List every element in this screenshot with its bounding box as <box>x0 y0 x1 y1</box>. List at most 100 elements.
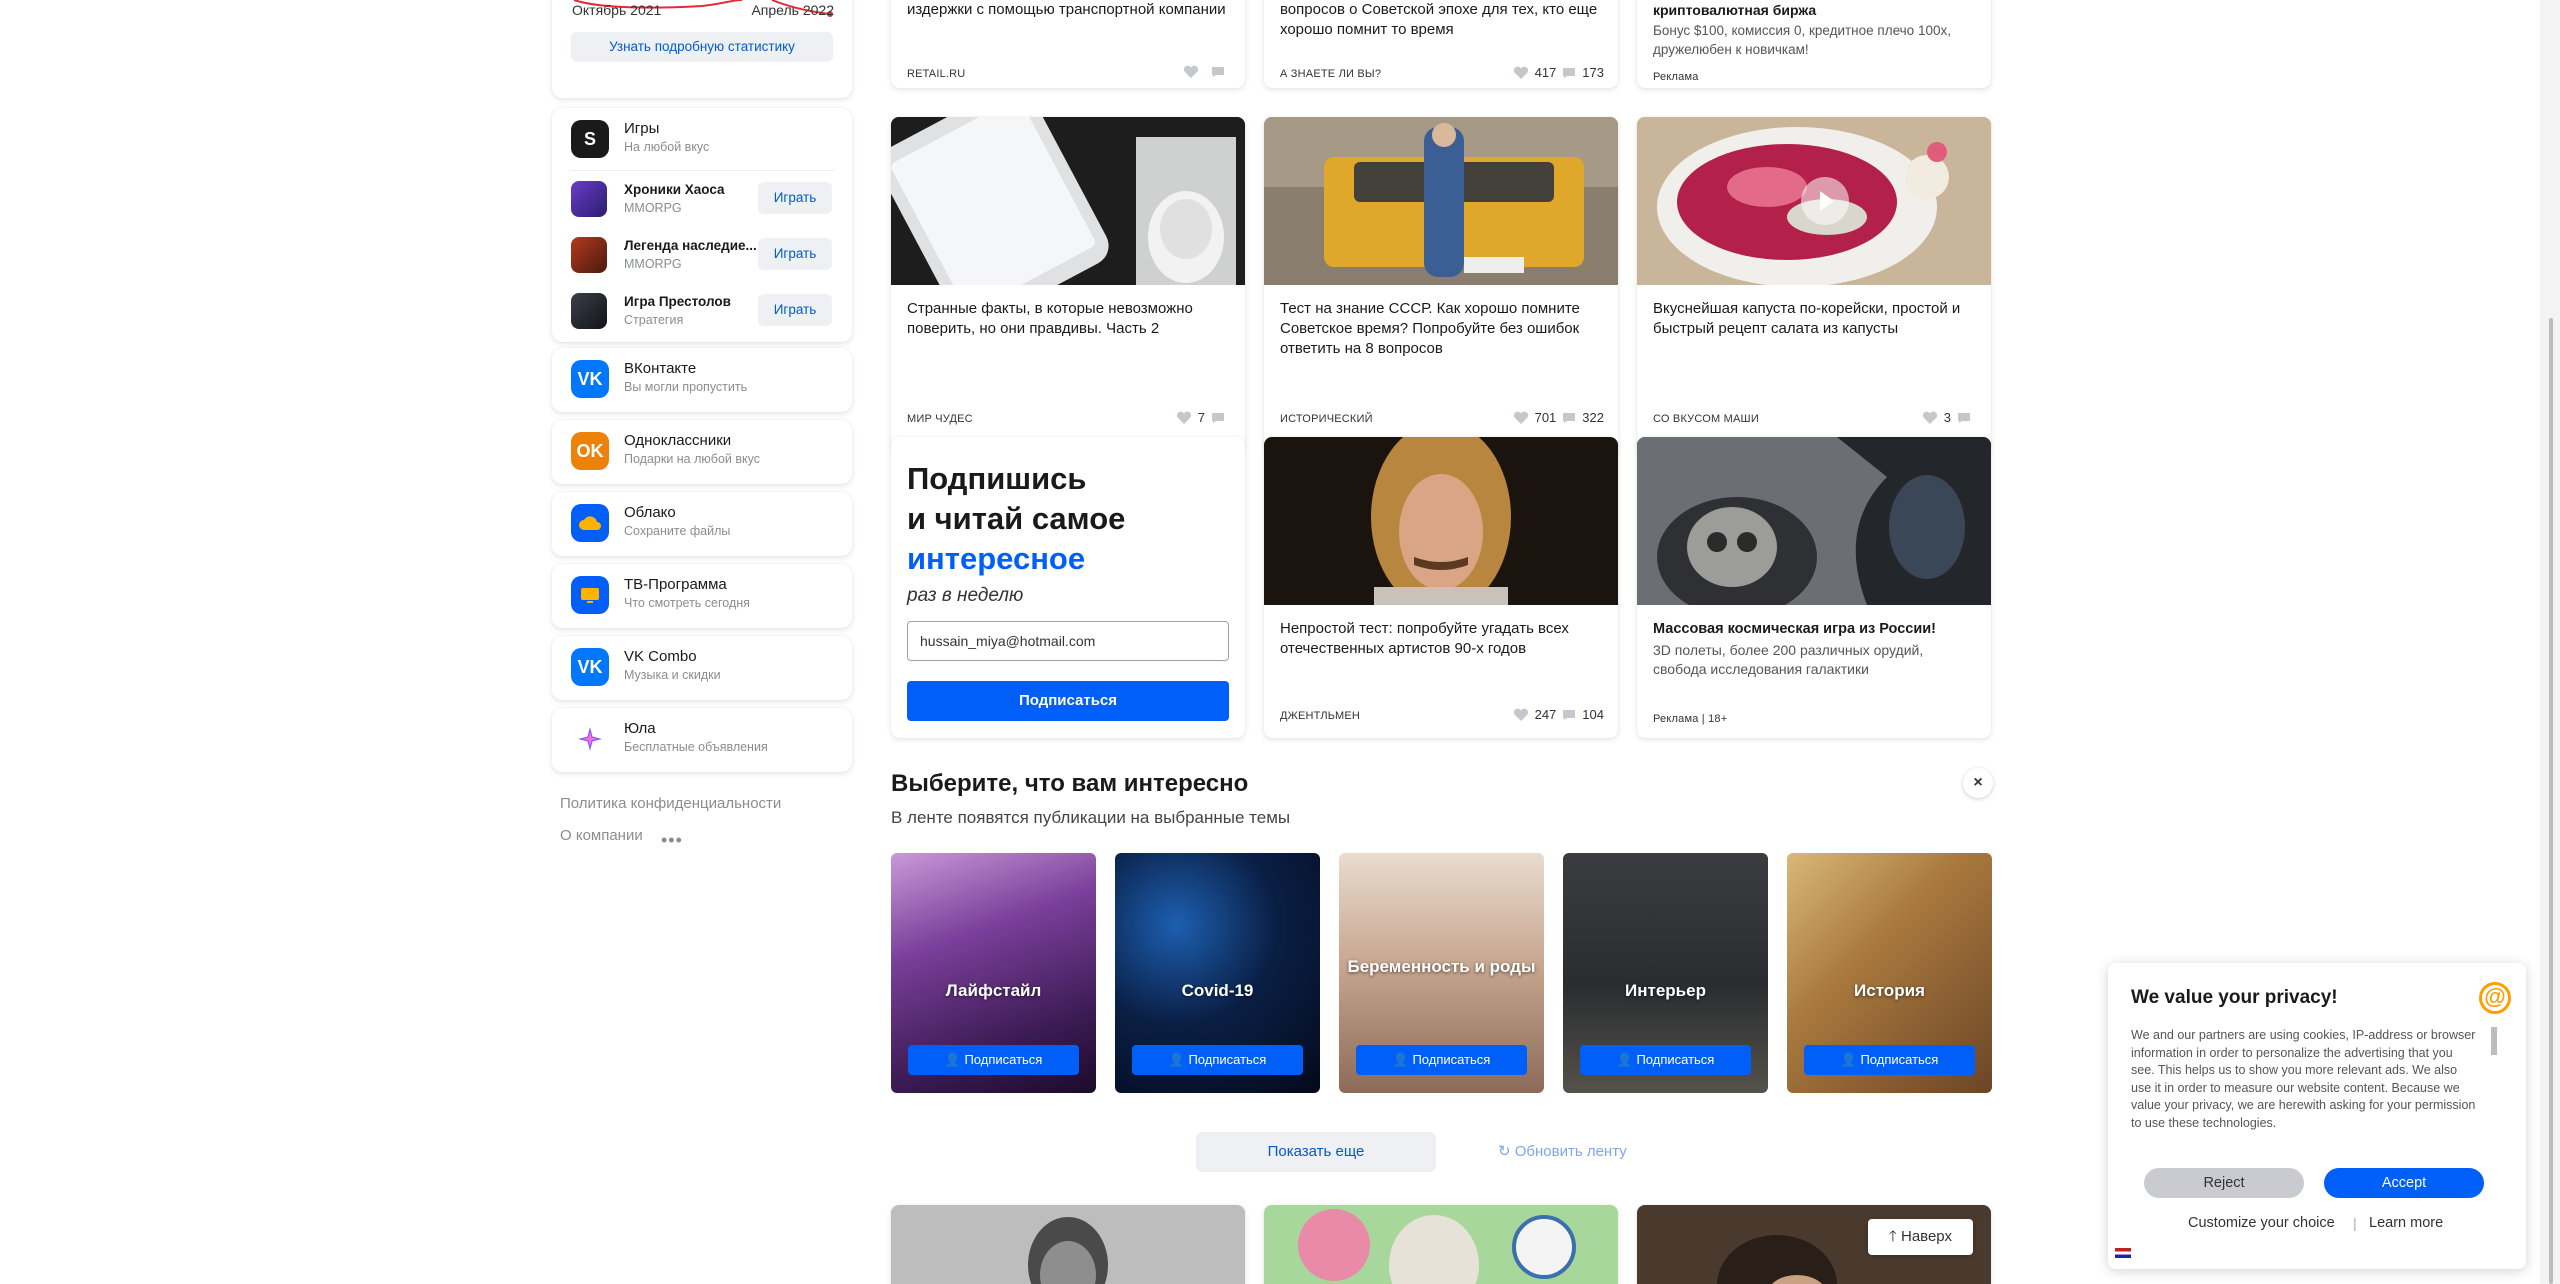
refresh-label: Обновить ленту <box>1514 1143 1627 1160</box>
comment-icon[interactable] <box>1211 412 1225 424</box>
news-stats <box>1183 65 1231 79</box>
news-card[interactable]: издержки с помощью транспортной компании… <box>891 0 1245 88</box>
news-card[interactable] <box>891 1205 1245 1284</box>
games-widget: S Игры На любой вкус Хроники Хаоса MMORP… <box>552 108 852 342</box>
service-ok[interactable]: OK Одноклассники Подарки на любой вкус <box>552 420 852 484</box>
news-title: Тест на знание СССР. Как хорошо помните … <box>1280 300 1580 357</box>
service-title: ТВ-Программа <box>624 576 727 593</box>
play-button[interactable]: Играть <box>758 182 832 214</box>
news-source[interactable]: СО ВКУСОМ МАШИ <box>1653 413 1759 425</box>
subscribe-heading-line1: Подпишись <box>907 461 1087 496</box>
games-header[interactable]: S Игры На любой вкус <box>552 108 852 172</box>
reject-button[interactable]: Reject <box>2144 1168 2304 1198</box>
language-flag-icon[interactable] <box>2115 1248 2131 1258</box>
close-icon[interactable]: × <box>1963 768 1993 798</box>
game-item[interactable]: Легенда наследие... MMORPG Играть <box>552 228 852 284</box>
refresh-feed-button[interactable]: ↻ Обновить ленту <box>1498 1142 1627 1160</box>
stats-label-start: Октябрь 2021 <box>572 2 662 18</box>
like-icon[interactable] <box>1183 65 1199 79</box>
consent-scrollbar[interactable] <box>2491 1027 2497 1055</box>
more-menu-icon[interactable]: ••• <box>661 830 683 851</box>
news-image <box>1264 117 1618 285</box>
subscribe-heading-line3: интересное <box>907 541 1086 576</box>
service-title: Облако <box>624 504 676 521</box>
topic-card-interior[interactable]: Интерьер 👤 Подписаться <box>1563 853 1768 1093</box>
vk-icon: VK <box>571 648 609 686</box>
refresh-icon: ↻ <box>1498 1143 1515 1160</box>
like-icon[interactable] <box>1922 411 1938 425</box>
news-source[interactable]: RETAIL.RU <box>907 68 965 80</box>
stats-details-button[interactable]: Узнать подробную статистику <box>571 32 833 62</box>
tv-icon <box>571 576 609 614</box>
news-card[interactable]: Тест на знание СССР. Как хорошо помните … <box>1264 117 1618 451</box>
comment-icon[interactable] <box>1957 412 1971 424</box>
show-more-button[interactable]: Показать еще <box>1196 1132 1436 1172</box>
comment-count: 322 <box>1582 410 1604 425</box>
like-icon[interactable] <box>1513 66 1529 80</box>
like-count: 247 <box>1534 707 1557 722</box>
topic-subscribe-button[interactable]: 👤 Подписаться <box>1356 1045 1527 1075</box>
news-card[interactable]: вопросов о Советской эпохе для тех, кто … <box>1264 0 1618 88</box>
like-count: 417 <box>1534 65 1557 80</box>
topic-subscribe-button[interactable]: 👤 Подписаться <box>908 1045 1079 1075</box>
topic-card-lifestyle[interactable]: Лайфстайл 👤 Подписаться <box>891 853 1096 1093</box>
service-cloud[interactable]: Облако Сохраните файлы <box>552 492 852 556</box>
topic-label: История <box>1854 981 1925 1000</box>
comment-icon[interactable] <box>1562 412 1576 424</box>
ad-card[interactable]: криптовалютная биржа Бонус $100, комисси… <box>1637 0 1991 88</box>
news-card[interactable] <box>1264 1205 1618 1284</box>
ad-card[interactable]: Массовая космическая игра из России! 3D … <box>1637 437 1991 738</box>
like-icon[interactable] <box>1176 411 1192 425</box>
news-source[interactable]: МИР ЧУДЕС <box>907 413 973 425</box>
comment-icon[interactable] <box>1562 67 1576 79</box>
customize-choice-link[interactable]: Customize your choice <box>2188 1215 2335 1231</box>
comment-count: 104 <box>1582 707 1604 722</box>
topic-label: Лайфстайл <box>945 981 1042 1000</box>
game-item[interactable]: Игра Престолов Стратегия Играть <box>552 284 852 340</box>
topic-card-pregnancy[interactable]: Беременность и роды 👤 Подписаться <box>1339 853 1544 1093</box>
video-play-icon[interactable] <box>1801 177 1849 225</box>
service-yula[interactable]: Юла Бесплатные объявления <box>552 708 852 772</box>
game-thumbnail-icon <box>571 293 607 329</box>
news-card[interactable]: Непростой тест: попробуйте угадать всех … <box>1264 437 1618 738</box>
news-card[interactable]: Вкуснейшая капуста по-корейски, простой … <box>1637 117 1991 451</box>
learn-more-link[interactable]: Learn more <box>2369 1215 2443 1231</box>
news-source[interactable]: А ЗНАЕТЕ ЛИ ВЫ? <box>1280 68 1381 80</box>
privacy-policy-link[interactable]: Политика конфиденциальности <box>560 795 781 812</box>
news-source[interactable]: ДЖЕНТЛЬМЕН <box>1280 710 1360 722</box>
topic-subscribe-button[interactable]: 👤 Подписаться <box>1580 1045 1751 1075</box>
like-icon[interactable] <box>1513 708 1529 722</box>
service-vk[interactable]: VK ВКонтакте Вы могли пропустить <box>552 348 852 412</box>
email-input[interactable] <box>907 621 1229 661</box>
subscribe-button[interactable]: Подписаться <box>907 681 1229 721</box>
accept-button[interactable]: Accept <box>2324 1168 2484 1198</box>
news-stats: 417 173 <box>1513 65 1604 80</box>
topic-label: Беременность и роды <box>1347 957 1536 976</box>
game-item[interactable]: Хроники Хаоса MMORPG Играть <box>552 172 852 228</box>
service-subtitle: Вы могли пропустить <box>624 380 748 394</box>
play-button[interactable]: Играть <box>758 294 832 326</box>
news-image <box>1264 437 1618 605</box>
consent-text: We and our partners are using cookies, I… <box>2131 1028 2476 1130</box>
back-to-top-button[interactable]: 🡑 Наверх <box>1868 1219 1973 1255</box>
like-icon[interactable] <box>1513 411 1529 425</box>
play-button[interactable]: Играть <box>758 238 832 270</box>
news-card[interactable]: Странные факты, в которые невозможно пов… <box>891 117 1245 451</box>
news-source[interactable]: ИСТОРИЧЕСКИЙ <box>1280 413 1373 425</box>
comment-icon[interactable] <box>1562 709 1576 721</box>
topic-subscribe-label: Подписаться <box>964 1052 1043 1067</box>
about-company-link[interactable]: О компании <box>560 827 643 844</box>
comment-icon[interactable] <box>1211 66 1225 78</box>
service-tv[interactable]: ТВ-Программа Что смотреть сегодня <box>552 564 852 628</box>
topic-subscribe-button[interactable]: 👤 Подписаться <box>1132 1045 1303 1075</box>
news-stats: 7 <box>1176 410 1231 425</box>
games-icon: S <box>571 120 609 158</box>
topic-card-history[interactable]: История 👤 Подписаться <box>1787 853 1992 1093</box>
ok-icon: OK <box>571 432 609 470</box>
service-vk-combo[interactable]: VK VK Combo Музыка и скидки <box>552 636 852 700</box>
topic-subscribe-button[interactable]: 👤 Подписаться <box>1804 1045 1975 1075</box>
news-stats: 247 104 <box>1513 707 1604 722</box>
subscribe-heading-line2: и читай самое <box>907 501 1126 536</box>
topic-card-covid[interactable]: Covid-19 👤 Подписаться <box>1115 853 1320 1093</box>
page-scrollbar-thumb[interactable] <box>2549 318 2553 1284</box>
